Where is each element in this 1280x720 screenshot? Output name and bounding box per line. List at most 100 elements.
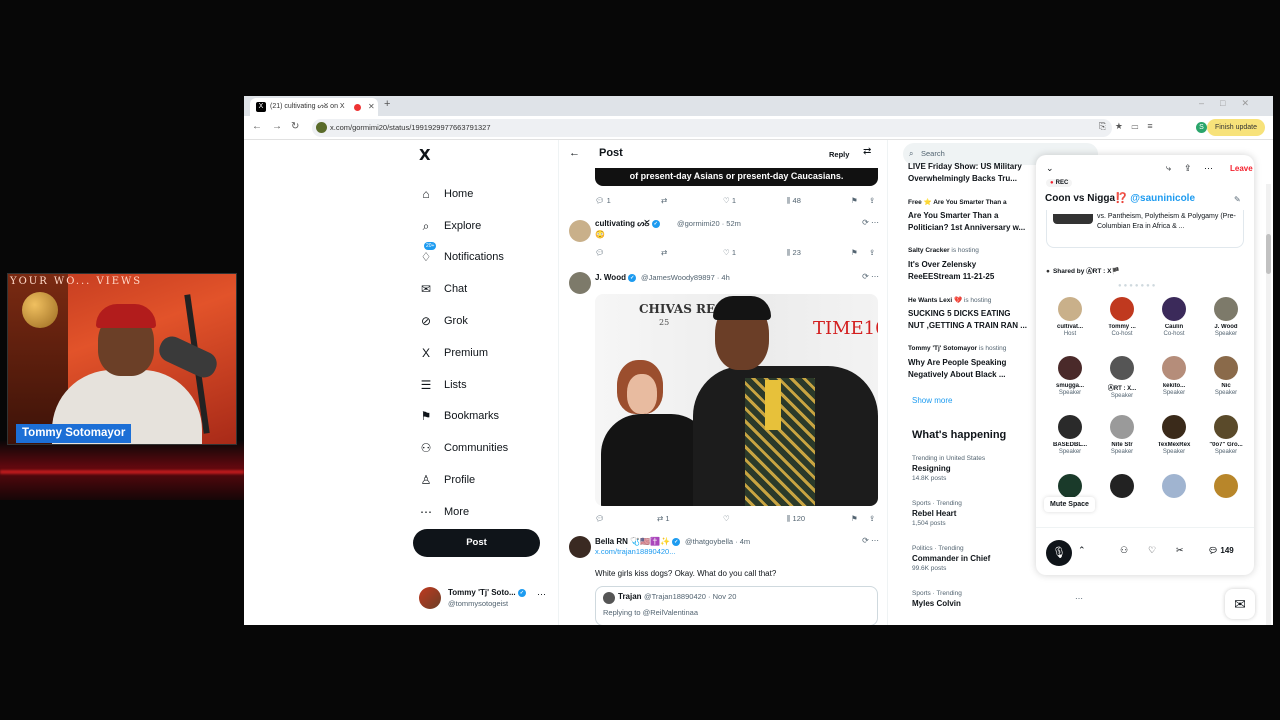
address-actions-icons[interactable]: ⎘★▭≡ (1099, 121, 1162, 132)
space-participant[interactable]: Tommy ... Co-host (1096, 297, 1148, 337)
nav-item-home[interactable]: ⌂ Home (418, 178, 508, 210)
nav-item-bookmarks[interactable]: ⚑ Bookmarks (418, 401, 508, 433)
bookmark-icon[interactable]: ⚑ (851, 248, 858, 257)
reply-icon[interactable]: 💬︎ (595, 514, 605, 523)
reload-icon[interactable]: ↻ (291, 121, 299, 132)
space-participant[interactable]: J. Wood Speaker (1200, 297, 1252, 337)
tweet-link[interactable]: x.com/trajan18890420... (595, 547, 675, 556)
like-icon[interactable]: ♡ (723, 514, 730, 523)
space-participant[interactable]: Nic Speaker (1200, 356, 1252, 396)
avatar (419, 587, 441, 609)
share-icon[interactable]: ⇪ (869, 196, 875, 205)
trend-context: Sports · Trending (912, 590, 962, 597)
pinned-post[interactable]: vs. Pantheism, Polytheism & Polygamy (Pr… (1046, 210, 1244, 248)
space-participant[interactable]: TexMexRex Speaker (1148, 415, 1200, 455)
x-favicon-icon: X (256, 102, 266, 112)
share-icon[interactable]: ⇪ (869, 514, 875, 523)
nav-item-explore[interactable]: ⌕ Explore (418, 210, 508, 242)
space-host: Tommy 'Tj' Sotomayor (908, 345, 978, 352)
tweet-author: cultivating ᔕᘜ (595, 219, 650, 228)
space-participant[interactable]: cultivat... Host (1044, 297, 1096, 337)
scrollbar[interactable] (1266, 184, 1271, 625)
finish-update-button[interactable]: Finish update (1206, 119, 1265, 136)
space-participant[interactable]: BASEDBL... Speaker (1044, 415, 1096, 455)
more-icon[interactable]: ⋯ (1204, 163, 1213, 174)
space-participant[interactable]: Caulin Co-host (1148, 297, 1200, 337)
people-icon[interactable]: ⚇ (1120, 545, 1128, 556)
filter-icon[interactable]: ⇄ (863, 146, 871, 157)
comments-button[interactable]: 💬︎ 149 (1208, 546, 1234, 555)
trend-item[interactable]: Sports · Trending Myles Colvin (912, 590, 1082, 608)
scrollbar-thumb[interactable] (1266, 234, 1271, 274)
back-arrow-icon[interactable]: ← (569, 147, 580, 159)
more-icon[interactable]: ⋯ (537, 589, 546, 600)
nav-item-lists[interactable]: ☰ Lists (418, 369, 508, 401)
window-controls[interactable]: –□✕ (1199, 98, 1265, 109)
nav-item-profile[interactable]: ♙ Profile (418, 464, 508, 496)
retweet-icon[interactable]: ⇄ 1 (657, 514, 670, 523)
reply-icon[interactable]: ⤷ (1166, 163, 1171, 174)
address-bar-row: ← → ↻ x.com/gormimi20/status/19919299776… (244, 116, 1273, 140)
space-participant[interactable]: smugga... Speaker (1044, 356, 1096, 396)
collapse-icon[interactable]: ⌄ (1046, 163, 1054, 174)
clip-icon[interactable]: ✂ (1176, 545, 1184, 556)
space-participant[interactable] (1200, 474, 1252, 502)
microphone-icon[interactable]: 🎙︎ (1046, 540, 1072, 566)
show-more-link[interactable]: Show more (912, 396, 952, 405)
like-icon[interactable]: ♡ 1 (723, 196, 736, 205)
space-participant[interactable]: ⒶRT : X... Speaker (1096, 356, 1148, 399)
edit-icon[interactable]: ✎ (1234, 195, 1241, 204)
space-participant[interactable]: kekito... Speaker (1148, 356, 1200, 396)
nav-item-grok[interactable]: ⊘ Grok (418, 305, 508, 337)
avatar (569, 220, 591, 242)
views-icon[interactable]: ⫼ 48 (787, 196, 801, 206)
nav-item-notifications[interactable]: ♢ 20+ Notifications (418, 241, 508, 274)
url-field[interactable]: x.com/gormimi20/status/19919299776637913… (312, 119, 1112, 137)
messages-icon[interactable]: ✉ (1225, 589, 1255, 619)
reply-icon[interactable]: 💬︎ (595, 248, 605, 257)
forward-arrow-icon[interactable]: → (272, 121, 282, 132)
chevron-up-icon[interactable]: ⌃ (1078, 545, 1086, 556)
quoted-tweet[interactable]: Trajan @Trajan18890420 · Nov 20 Replying… (595, 586, 878, 625)
space-participant[interactable] (1096, 474, 1148, 502)
profile-avatar[interactable]: S (1196, 122, 1207, 133)
browser-tab[interactable]: X (21) cultivating ᔕᘜ on X ✕ (250, 98, 378, 116)
more-icon[interactable]: ⟳ ⋯ (862, 536, 879, 545)
views-icon[interactable]: ⫼ 23 (787, 248, 801, 258)
nav-item-communities[interactable]: ⚇ Communities (418, 432, 509, 464)
tweet-photo[interactable]: CHIVAS REGAL 25 TIME100 (595, 294, 878, 506)
more-icon[interactable]: ⟳ ⋯ (862, 272, 879, 281)
x-logo-icon[interactable]: X (419, 146, 431, 164)
new-tab-icon[interactable]: + (384, 98, 390, 110)
bookmark-icon[interactable]: ⚑ (851, 514, 858, 523)
views-icon[interactable]: ⫼ 120 (787, 514, 805, 524)
share-icon[interactable]: ⇪ (869, 248, 875, 257)
reaction-icon[interactable]: ♡ (1148, 545, 1156, 556)
participant-role: Co-host (1163, 331, 1185, 337)
space-participant[interactable] (1148, 474, 1200, 502)
space-participant[interactable]: "0o7" Gro... Speaker (1200, 415, 1252, 455)
recording-icon (354, 104, 361, 111)
retweet-icon[interactable]: ⇄ (661, 196, 667, 205)
retweet-icon[interactable]: ⇄ (661, 248, 667, 257)
share-icon[interactable]: ⇪ (1184, 163, 1192, 174)
more-icon[interactable]: ⟳ ⋯ (862, 218, 879, 227)
close-tab-icon[interactable]: ✕ (368, 98, 375, 116)
leave-button[interactable]: Leave (1230, 164, 1253, 173)
post-button[interactable]: Post (413, 529, 540, 557)
nav-item-chat[interactable]: ✉ Chat (418, 273, 508, 305)
space-host: He Wants Lexi 💔 (908, 297, 963, 304)
space-host-handle[interactable]: @sauninicole (1130, 193, 1195, 204)
reply-sort-button[interactable]: Reply (829, 150, 849, 159)
more-icon[interactable]: ⋯ (1075, 594, 1083, 603)
nav-item-premium[interactable]: X Premium (418, 337, 508, 369)
tweet-text: White girls kiss dogs? Okay. What do you… (595, 569, 777, 578)
nav-item-more[interactable]: ⋯ More (418, 496, 508, 528)
bookmark-icon[interactable]: ⚑ (851, 196, 858, 205)
like-icon[interactable]: ♡ 1 (723, 248, 736, 257)
reply-icon[interactable]: 💬︎ 1 (595, 196, 611, 205)
account-handle: @tommysotogeist (448, 599, 509, 608)
site-info-icon[interactable] (316, 122, 327, 133)
back-arrow-icon[interactable]: ← (252, 121, 262, 132)
space-participant[interactable]: Nite Str Speaker (1096, 415, 1148, 455)
